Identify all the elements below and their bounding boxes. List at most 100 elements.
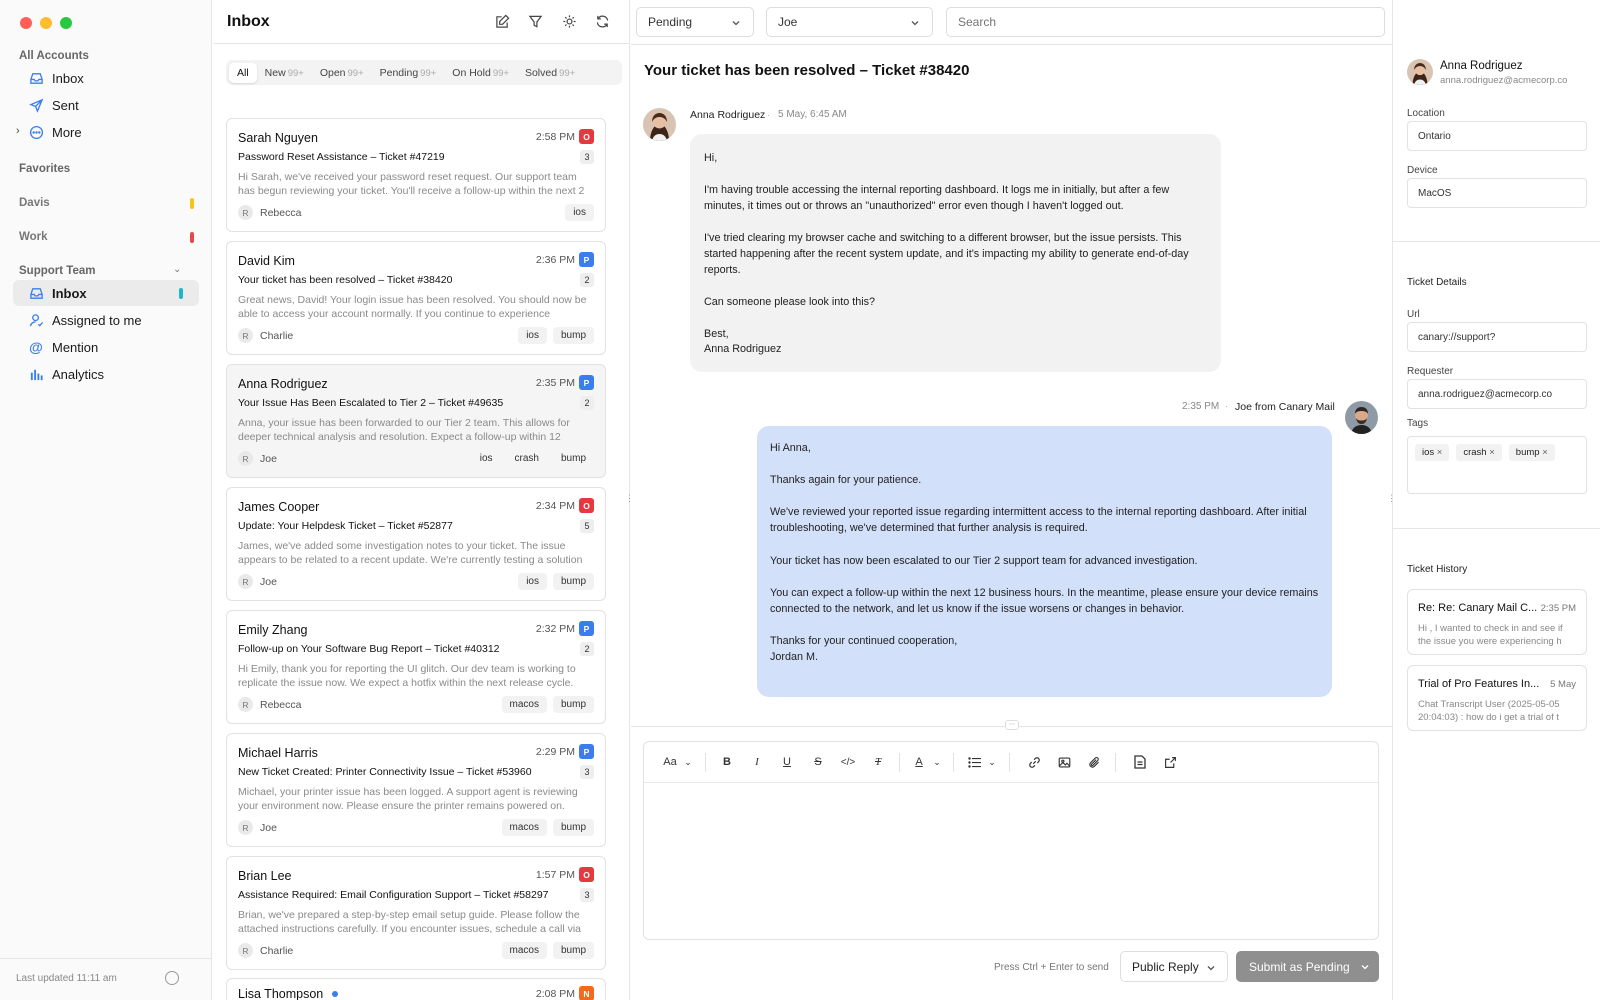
agent-avatar: R (238, 943, 253, 958)
history-card[interactable]: Re: Re: Canary Mail C... 2:35 PM Hi , I … (1407, 589, 1587, 655)
tag-chip[interactable]: bump × (1508, 444, 1555, 461)
tab-label: Pending (379, 66, 419, 79)
remove-tag-icon[interactable]: × (1489, 447, 1495, 458)
divider (0, 958, 212, 959)
bold-icon[interactable]: B (719, 754, 735, 770)
drag-handle[interactable]: ⋯ (1005, 720, 1019, 730)
ticket-card[interactable]: Brian Lee 1:57 PM O Assistance Required: Em… (226, 856, 606, 970)
sidebar-item-sent[interactable]: Sent (13, 92, 199, 118)
zoom-window-button[interactable] (60, 17, 72, 29)
sidebar-item-assigned[interactable]: Assigned to me (13, 307, 199, 333)
text-color-icon[interactable]: A (911, 754, 927, 770)
tags-field[interactable]: ios × crash × bump × (1407, 436, 1587, 494)
italic-icon[interactable]: I (749, 754, 765, 770)
ticket-tags: ios crash bump (472, 450, 594, 467)
chevron-down-icon[interactable]: ⌄ (984, 754, 1000, 770)
url-field[interactable]: canary://support? (1407, 322, 1587, 352)
compose-icon[interactable] (495, 14, 511, 30)
tab-open[interactable]: Open 99+ (312, 63, 372, 83)
ticket-status-badge: P (579, 621, 594, 636)
remove-tag-icon[interactable]: × (1437, 447, 1443, 458)
message-line: Hi Anna, (770, 442, 811, 454)
submit-button-label: Submit as Pending (1249, 959, 1350, 974)
font-size-button[interactable]: Aa (660, 754, 680, 770)
assignee-select[interactable]: Joe (766, 7, 933, 37)
ticket-card[interactable]: Lisa Thompson 2:08 PM N (226, 978, 606, 1000)
clear-format-icon[interactable]: T (870, 754, 886, 770)
url-label: Url (1407, 309, 1420, 320)
image-icon[interactable] (1056, 754, 1072, 770)
refresh-icon[interactable] (595, 14, 611, 30)
sidebar-item-team-inbox[interactable]: Inbox (13, 280, 199, 306)
remove-tag-icon[interactable]: × (1542, 447, 1548, 458)
code-icon[interactable]: </> (840, 754, 856, 770)
reply-text-area[interactable] (644, 784, 1378, 939)
strikethrough-icon[interactable]: S (810, 754, 826, 770)
agent-name: Joe (260, 576, 277, 588)
device-field[interactable]: MacOS (1407, 178, 1587, 208)
sidebar-item-davis[interactable]: Davis (19, 197, 50, 209)
message-line: I've tried clearing my browser cache and… (704, 232, 1182, 244)
message-line: Best, (704, 328, 729, 340)
chevron-down-icon[interactable]: ⌄ (680, 754, 696, 770)
template-icon[interactable] (1132, 754, 1148, 770)
minimize-window-button[interactable] (40, 17, 52, 29)
tab-on-hold[interactable]: On Hold 99+ (444, 63, 517, 83)
ticket-requester-name: David Kim (238, 254, 295, 268)
sync-status-icon[interactable] (165, 971, 179, 985)
ticket-card[interactable]: Michael Harris 2:29 PM P New Ticket Created… (226, 733, 606, 847)
tab-solved[interactable]: Solved 99+ (517, 63, 583, 83)
tab-pending[interactable]: Pending 99+ (372, 63, 445, 83)
underline-icon[interactable]: U (779, 754, 795, 770)
sidebar-item-label: Sent (52, 97, 79, 113)
ticket-card[interactable]: Anna Rodriguez 2:35 PM P Your Issue Has Bee… (226, 364, 606, 478)
open-external-icon[interactable] (1162, 754, 1178, 770)
brightness-icon[interactable] (562, 14, 578, 30)
history-card[interactable]: Trial of Pro Features In... 5 May Chat T… (1407, 665, 1587, 731)
ticket-card[interactable]: David Kim 2:36 PM P Your ticket has been re… (226, 241, 606, 355)
conversation-title: Your ticket has been resolved – Ticket #… (644, 62, 970, 79)
message-count: 3 (580, 888, 594, 902)
attachment-icon[interactable] (1086, 754, 1102, 770)
tag-label: crash (1463, 447, 1487, 458)
list-icon[interactable] (966, 754, 982, 770)
ticket-card[interactable]: Emily Zhang 2:32 PM P Follow-up on Your Sof… (226, 610, 606, 724)
sidebar-item-analytics[interactable]: Analytics (13, 361, 199, 387)
tab-label: Solved (524, 66, 558, 79)
resize-handle[interactable]: ⋮ (625, 493, 634, 504)
ticket-card[interactable]: Sarah Nguyen 2:58 PM O Password Reset Assis… (226, 118, 606, 232)
reply-type-select[interactable]: Public Reply (1120, 951, 1228, 982)
sidebar-item-work[interactable]: Work (19, 231, 48, 243)
sidebar-item-mention[interactable]: @ Mention (13, 334, 199, 360)
chevron-down-icon[interactable]: ⌄ (173, 264, 181, 275)
tag-chip[interactable]: ios × (1415, 444, 1450, 461)
ticket-card[interactable]: James Cooper 2:34 PM O Update: Your Helpdes… (226, 487, 606, 601)
close-window-button[interactable] (20, 17, 32, 29)
reply-composer[interactable]: Aa ⌄ B I U S </> T A ⌄ ⌄ (643, 741, 1379, 940)
davis-color-indicator (190, 198, 194, 209)
search-input[interactable] (946, 7, 1385, 37)
chevron-down-icon[interactable]: ⌄ (929, 754, 945, 770)
status-select[interactable]: Pending (636, 7, 754, 37)
location-field[interactable]: Ontario (1407, 121, 1587, 151)
ticket-subject: Your ticket has been resolved – Ticket #… (238, 274, 453, 286)
divider (1393, 528, 1600, 529)
tag-chip[interactable]: crash × (1456, 444, 1502, 461)
submit-button[interactable]: Submit as Pending (1236, 951, 1379, 982)
tab-all[interactable]: All (229, 62, 257, 83)
assigned-user-icon (27, 311, 45, 329)
requester-avatar (643, 108, 676, 141)
requester-field[interactable]: anna.rodriguez@acmecorp.co (1407, 379, 1587, 409)
bar-chart-icon (27, 365, 45, 383)
sidebar-item-inbox[interactable]: Inbox (13, 65, 199, 91)
support-team-heading[interactable]: Support Team (19, 265, 95, 277)
ticket-time: 2:34 PM (535, 500, 575, 512)
filter-icon[interactable] (528, 14, 544, 30)
sidebar-item-more[interactable]: › More (13, 119, 199, 145)
tags-label: Tags (1407, 418, 1429, 429)
ticket-time: 1:57 PM (535, 869, 575, 881)
tab-new[interactable]: New 99+ (257, 63, 312, 83)
ticket-tags: ios bump (518, 327, 594, 344)
incoming-time: 5 May, 6:45 AM (778, 109, 847, 120)
link-icon[interactable] (1026, 754, 1042, 770)
